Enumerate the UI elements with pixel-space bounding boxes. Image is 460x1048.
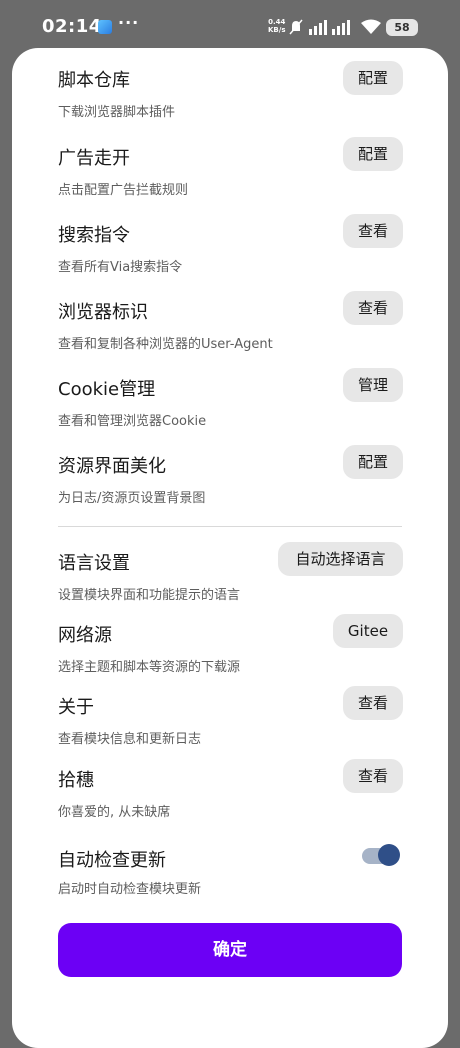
row-title: 拾穗 (58, 770, 94, 791)
row-subtitle: 查看所有Via搜索指令 (58, 260, 183, 275)
row-subtitle: 查看模块信息和更新日志 (58, 732, 202, 747)
row-title: 脚本仓库 (58, 70, 130, 91)
row-title: Cookie管理 (58, 379, 156, 400)
row-title: 资源界面美化 (58, 456, 166, 477)
network-speed-unit: KB/s (268, 26, 286, 34)
confirm-button[interactable]: 确定 (58, 923, 402, 977)
mute-bell-icon (289, 19, 303, 35)
script-repo-config-button[interactable]: 配置 (343, 61, 403, 95)
user-agent-view-button[interactable]: 查看 (343, 291, 403, 325)
more-notifications-icon: ··· (118, 13, 140, 32)
row-title: 搜索指令 (58, 225, 130, 246)
toggle-knob (378, 844, 400, 866)
about-view-button[interactable]: 查看 (343, 686, 403, 720)
network-speed: 0.44 KB/s (268, 18, 285, 34)
row-subtitle: 启动时自动检查模块更新 (58, 882, 202, 897)
row-title: 广告走开 (58, 148, 130, 169)
gallery-app-icon (98, 20, 112, 34)
row-subtitle: 查看和管理浏览器Cookie (58, 414, 207, 429)
cell-signal-1-icon (309, 20, 327, 35)
network-speed-value: 0.44 (268, 18, 286, 26)
language-select-button[interactable]: 自动选择语言 (278, 542, 403, 576)
row-subtitle: 点击配置广告拦截规则 (58, 183, 189, 198)
row-title: 网络源 (58, 625, 112, 646)
row-subtitle: 你喜爱的, 从未缺席 (58, 805, 171, 820)
download-source-button[interactable]: Gitee (333, 614, 403, 648)
row-title: 自动检查更新 (58, 850, 166, 871)
resource-beautify-config-button[interactable]: 配置 (343, 445, 403, 479)
row-subtitle: 下载浏览器脚本插件 (58, 105, 176, 120)
row-title: 关于 (58, 697, 94, 718)
section-divider (58, 526, 402, 527)
wifi-icon (361, 19, 381, 34)
ad-block-config-button[interactable]: 配置 (343, 137, 403, 171)
battery-indicator: 58 (386, 19, 418, 36)
auto-update-toggle[interactable] (362, 844, 402, 866)
clock: 02:14 (42, 16, 102, 37)
row-subtitle: 查看和复制各种浏览器的User-Agent (58, 337, 273, 352)
shisui-view-button[interactable]: 查看 (343, 759, 403, 793)
settings-sheet: 脚本仓库 下载浏览器脚本插件 配置 广告走开 点击配置广告拦截规则 配置 搜索指… (12, 48, 448, 1048)
row-subtitle: 选择主题和脚本等资源的下载源 (58, 660, 241, 675)
row-subtitle: 为日志/资源页设置背景图 (58, 491, 206, 506)
search-commands-view-button[interactable]: 查看 (343, 214, 403, 248)
cookie-manage-button[interactable]: 管理 (343, 368, 403, 402)
row-title: 浏览器标识 (58, 302, 148, 323)
cell-signal-2-icon (332, 20, 350, 35)
row-subtitle: 设置模块界面和功能提示的语言 (58, 588, 241, 603)
row-title: 语言设置 (58, 553, 130, 574)
